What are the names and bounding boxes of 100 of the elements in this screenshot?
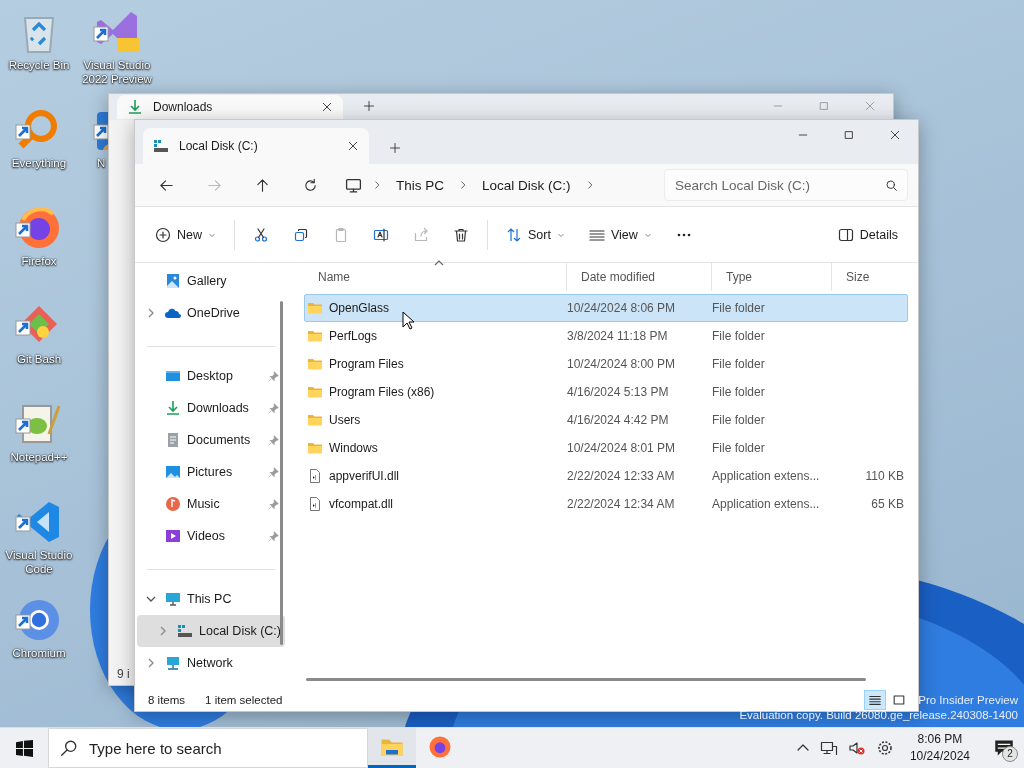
tab-title: Downloads: [153, 100, 214, 114]
date-cell: 3/8/2024 11:18 PM: [567, 329, 668, 343]
close-icon: [864, 100, 876, 112]
scrollbar[interactable]: [280, 301, 283, 645]
chevron-icon[interactable]: [372, 180, 382, 190]
nav-item[interactable]: Music: [137, 488, 285, 520]
column-header[interactable]: Name: [304, 263, 566, 291]
volume-icon: [847, 740, 866, 756]
nav-item[interactable]: Videos: [137, 520, 285, 552]
file-row[interactable]: Users 4/16/2024 4:42 PM File folder: [304, 406, 908, 434]
file-row[interactable]: Program Files 10/24/2024 8:00 PM File folder: [304, 350, 908, 378]
copy-icon: [293, 226, 309, 243]
file-row[interactable]: vfcompat.dll 2/22/2024 12:34 AM Application extens... 65 KB: [304, 490, 908, 518]
sort-arrows-icon: [506, 226, 522, 243]
type-cell: Application extens...: [712, 497, 820, 511]
date-cell: 4/16/2024 4:42 PM: [567, 413, 669, 427]
plus-icon[interactable]: [389, 142, 401, 154]
details-view-button[interactable]: [864, 690, 886, 710]
file-name[interactable]: OpenGlass: [329, 301, 390, 315]
clock[interactable]: 8:06 PM 10/24/2024: [901, 731, 978, 765]
refresh-arrow-icon: [302, 177, 318, 193]
large-icons-view-icon: [892, 693, 906, 707]
windows-logo-icon: [15, 739, 33, 757]
type-cell: File folder: [712, 413, 765, 427]
watermark-text: Evaluation copy. Build 26080.ge_release.240308-1400: [739, 708, 1018, 723]
file-name[interactable]: vfcompat.dll: [329, 497, 394, 511]
selection-count: 1 item selected: [205, 694, 283, 706]
item-count: 8 items: [148, 694, 186, 706]
maximize-icon: [818, 100, 830, 112]
network-icon: [165, 655, 181, 671]
monitor-icon: [165, 591, 181, 607]
nav-item[interactable]: Gallery: [137, 265, 285, 297]
details-button[interactable]: Details: [827, 217, 908, 252]
status-text: 9 i: [116, 667, 130, 683]
file-name[interactable]: Users: [329, 413, 361, 427]
nav-item[interactable]: Network: [137, 647, 285, 679]
column-header[interactable]: Type: [711, 263, 831, 291]
nav-item[interactable]: Downloads: [137, 392, 285, 424]
drive-icon: [177, 623, 193, 639]
file-row[interactable]: appverifUI.dll 2/22/2024 12:33 AM Application extens... 110 KB: [304, 462, 908, 490]
nav-item[interactable]: This PC: [137, 583, 285, 615]
file-row[interactable]: Windows 10/24/2024 8:01 PM File folder: [304, 434, 908, 462]
chevron-icon[interactable]: [458, 180, 468, 190]
folder-icon: [307, 412, 323, 428]
folder-app-button[interactable]: [368, 728, 416, 768]
tab[interactable]: Downloads: [117, 95, 343, 119]
folder-icon: [307, 356, 323, 372]
type-cell: File folder: [712, 301, 765, 315]
monitor-icon[interactable]: [345, 176, 362, 194]
type-cell: Application extens...: [712, 469, 820, 483]
taskbar-search-field[interactable]: Type here to search: [48, 728, 368, 768]
picture-icon: [165, 464, 181, 480]
folder-icon: [307, 440, 323, 456]
file-name[interactable]: appverifUI.dll: [329, 469, 400, 483]
search-field[interactable]: Search Local Disk (C:): [664, 169, 908, 201]
settings-icon: [875, 740, 894, 756]
view-button[interactable]: View: [578, 217, 662, 252]
breadcrumb-item[interactable]: This PC: [392, 173, 448, 197]
type-cell: File folder: [712, 329, 765, 343]
document-icon: [165, 432, 181, 448]
sort-button[interactable]: Sort: [496, 217, 575, 252]
close-icon[interactable]: [321, 101, 333, 113]
network-icon: [819, 740, 838, 756]
desktop-folder-icon: [165, 368, 181, 384]
nav-item[interactable]: Documents: [137, 424, 285, 456]
clipboard-icon: [333, 226, 349, 243]
column-header[interactable]: Date modified: [566, 263, 711, 291]
download-icon: [165, 400, 181, 416]
nav-item[interactable]: Pictures: [137, 456, 285, 488]
up-arrow-icon: [254, 177, 270, 193]
nav-item[interactable]: OneDrive: [137, 297, 285, 329]
watermark-text: Pro Insider Preview: [918, 693, 1018, 708]
date-cell: 10/24/2024 8:01 PM: [567, 441, 676, 455]
nav-item[interactable]: Local Disk (C:): [137, 615, 285, 647]
file-name[interactable]: Windows: [329, 441, 378, 455]
close-icon: [889, 129, 901, 141]
file-name[interactable]: PerfLogs: [329, 329, 378, 343]
plus-icon[interactable]: [363, 100, 375, 112]
column-header[interactable]: Size: [831, 263, 907, 291]
new-button[interactable]: New: [145, 217, 226, 252]
scrollbar[interactable]: [306, 678, 866, 681]
date-cell: 2/22/2024 12:33 AM: [567, 469, 675, 483]
type-cell: File folder: [712, 441, 765, 455]
file-row[interactable]: OpenGlass 10/24/2024 8:06 PM File folder: [304, 294, 908, 322]
notifications-button[interactable]: 2: [984, 728, 1024, 768]
share-icon: [413, 226, 429, 243]
type-cell: File folder: [712, 385, 765, 399]
tab[interactable]: Local Disk (C:): [143, 128, 369, 164]
file-row[interactable]: Program Files (x86) 4/16/2024 5:13 PM File folder: [304, 378, 908, 406]
nav-item[interactable]: Desktop: [137, 360, 285, 392]
breadcrumb-item[interactable]: Local Disk (C:): [478, 173, 575, 197]
search-icon: [885, 179, 898, 192]
close-icon[interactable]: [347, 140, 359, 152]
trash-icon: [453, 226, 469, 243]
file-row[interactable]: PerfLogs 3/8/2024 11:18 PM File folder: [304, 322, 908, 350]
type-cell: File folder: [712, 357, 765, 371]
back-arrow-icon: [158, 177, 174, 193]
file-icon: [307, 496, 323, 512]
file-name[interactable]: Program Files (x86): [329, 385, 435, 399]
file-name[interactable]: Program Files: [329, 357, 404, 371]
